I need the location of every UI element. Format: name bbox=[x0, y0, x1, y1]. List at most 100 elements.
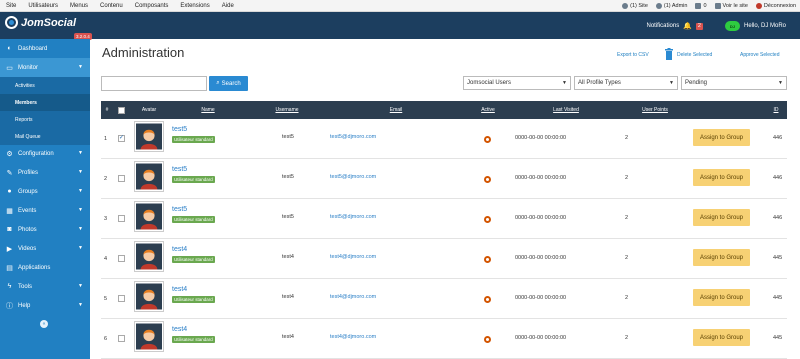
sidebar-subitem-activities[interactable]: Activities bbox=[0, 77, 90, 94]
profile-type-select[interactable]: All Profile Types ▼ bbox=[574, 76, 678, 90]
row-checkbox[interactable] bbox=[118, 295, 125, 302]
user-name-link[interactable]: test5 bbox=[172, 206, 187, 213]
default-avatar-icon bbox=[136, 163, 162, 190]
inactive-status-icon[interactable] bbox=[484, 296, 491, 303]
sidebar-item-profiles[interactable]: ✎ Profiles ▼ bbox=[0, 163, 90, 182]
row-checkbox[interactable] bbox=[118, 134, 125, 142]
email-link[interactable]: test5@djmoro.com bbox=[330, 214, 376, 220]
sidebar-item-photos[interactable]: ◙ Photos ▼ bbox=[0, 220, 90, 239]
header-name[interactable]: Name bbox=[193, 101, 223, 119]
trash-icon[interactable] bbox=[664, 48, 674, 60]
sidebar-item-tools[interactable]: ϟ Tools ▼ bbox=[0, 277, 90, 296]
chevron-down-icon: ▼ bbox=[78, 226, 83, 232]
jomsocial-logo[interactable]: JomSocial bbox=[5, 16, 76, 29]
menu-content[interactable]: Contenu bbox=[94, 0, 129, 12]
sidebar-item-monitor[interactable]: ▭ Monitor ▼ bbox=[0, 58, 90, 77]
logout-link[interactable]: Déconnexion bbox=[755, 3, 796, 9]
inactive-status-icon[interactable] bbox=[484, 176, 491, 183]
avatar[interactable] bbox=[134, 201, 164, 232]
menu-menus[interactable]: Menus bbox=[64, 0, 94, 12]
avatar[interactable] bbox=[134, 321, 164, 352]
row-checkbox[interactable] bbox=[118, 175, 125, 182]
user-name-link[interactable]: test5 bbox=[172, 126, 187, 133]
status-messages[interactable]: 0 bbox=[695, 3, 707, 9]
user-points-cell: 2 bbox=[625, 335, 629, 341]
user-greeting[interactable]: Hello, DJ MoRo bbox=[744, 23, 786, 29]
assign-to-group-button[interactable]: Assign to Group bbox=[693, 329, 750, 346]
menu-site[interactable]: Site bbox=[0, 0, 22, 12]
notifications-label[interactable]: Notifications bbox=[647, 23, 680, 29]
row-checkbox[interactable] bbox=[118, 215, 125, 222]
menu-help[interactable]: Aide bbox=[216, 0, 240, 12]
status-admin-users[interactable]: (1) Admin bbox=[655, 3, 687, 9]
search-button[interactable]: ⌕ Search bbox=[209, 76, 248, 91]
sidebar-item-events[interactable]: ▦ Events ▼ bbox=[0, 201, 90, 220]
search-input[interactable] bbox=[101, 76, 207, 91]
menu-users[interactable]: Utilisateurs bbox=[22, 0, 64, 12]
email-link[interactable]: test4@djmoro.com bbox=[330, 294, 376, 300]
collapse-sidebar-button[interactable]: « bbox=[40, 320, 48, 328]
row-checkbox[interactable] bbox=[118, 255, 125, 262]
user-name-link[interactable]: test4 bbox=[172, 246, 187, 253]
email-link[interactable]: test4@djmoro.com bbox=[330, 334, 376, 340]
avatar[interactable] bbox=[134, 121, 164, 152]
header-active[interactable]: Active bbox=[473, 101, 503, 119]
sidebar-item-applications[interactable]: ▤ Applications bbox=[0, 258, 90, 277]
inactive-status-icon[interactable] bbox=[484, 336, 491, 343]
user-source-select[interactable]: Jomsocial Users ▼ bbox=[463, 76, 571, 90]
chevron-down-icon: ▼ bbox=[78, 302, 83, 308]
chevron-down-icon: ▼ bbox=[78, 150, 83, 156]
user-name-link[interactable]: test4 bbox=[172, 286, 187, 293]
approve-selected-link[interactable]: Approve Selected bbox=[740, 52, 779, 58]
inactive-status-icon[interactable] bbox=[484, 216, 491, 223]
header-user-points[interactable]: User Points bbox=[633, 101, 677, 119]
sidebar-item-help[interactable]: ⓘ Help ▼ bbox=[0, 296, 90, 315]
bell-icon[interactable]: 🔔 bbox=[683, 22, 692, 30]
menu-extensions[interactable]: Extensions bbox=[174, 0, 215, 12]
sidebar-subitem-mail-queue[interactable]: Mail Queue bbox=[0, 128, 90, 145]
header-email[interactable]: Email bbox=[381, 101, 411, 119]
id-cell: 445 bbox=[773, 255, 783, 261]
inactive-status-icon[interactable] bbox=[484, 256, 491, 263]
sidebar-item-groups[interactable]: ● Groups ▼ bbox=[0, 182, 90, 201]
assign-to-group-button[interactable]: Assign to Group bbox=[693, 169, 750, 186]
email-link[interactable]: test5@djmoro.com bbox=[330, 134, 376, 140]
page-title: Administration bbox=[102, 45, 185, 60]
select-all-checkbox[interactable] bbox=[118, 107, 125, 114]
user-avatar[interactable]: DJ bbox=[724, 21, 740, 31]
header-username[interactable]: Username bbox=[270, 101, 304, 119]
assign-to-group-button[interactable]: Assign to Group bbox=[693, 249, 750, 266]
avatar[interactable] bbox=[134, 161, 164, 192]
chevron-down-icon: ▼ bbox=[78, 64, 83, 70]
gears-icon: ⚙ bbox=[6, 150, 13, 158]
row-checkbox[interactable] bbox=[118, 335, 125, 342]
menu-components[interactable]: Composants bbox=[129, 0, 175, 12]
avatar[interactable] bbox=[134, 281, 164, 312]
assign-to-group-button[interactable]: Assign to Group bbox=[693, 209, 750, 226]
username-cell: test4 bbox=[282, 294, 294, 300]
export-csv-link[interactable]: Export to CSV bbox=[617, 52, 649, 58]
sidebar-subitem-reports[interactable]: Reports bbox=[0, 111, 90, 128]
notifications-count[interactable]: 2 bbox=[695, 22, 703, 30]
camera-icon: ◙ bbox=[7, 226, 12, 233]
username-cell: test5 bbox=[282, 174, 294, 180]
sidebar-item-videos[interactable]: ▶ Videos ▼ bbox=[0, 239, 90, 258]
sidebar-item-configuration[interactable]: ⚙ Configuration ▼ bbox=[0, 144, 90, 163]
user-name-link[interactable]: test4 bbox=[172, 326, 187, 333]
inactive-status-icon[interactable] bbox=[484, 136, 491, 143]
assign-to-group-button[interactable]: Assign to Group bbox=[693, 129, 750, 146]
status-site-visitors[interactable]: (1) Site bbox=[622, 3, 648, 9]
view-site-link[interactable]: Voir le site bbox=[714, 3, 748, 9]
status-select[interactable]: Pending ▼ bbox=[681, 76, 787, 90]
email-link[interactable]: test4@djmoro.com bbox=[330, 254, 376, 260]
sidebar-item-dashboard[interactable]: ◐ Dashboard bbox=[0, 39, 90, 58]
sidebar-subitem-members[interactable]: Members bbox=[0, 94, 90, 111]
header-last-visited[interactable]: Last Visited bbox=[541, 101, 591, 119]
avatar[interactable] bbox=[134, 241, 164, 272]
assign-to-group-button[interactable]: Assign to Group bbox=[693, 289, 750, 306]
user-name-link[interactable]: test5 bbox=[172, 166, 187, 173]
delete-selected-link[interactable]: Delete Selected bbox=[677, 52, 712, 58]
last-visited-cell: 0000-00-00 00:00:00 bbox=[515, 295, 567, 301]
header-id[interactable]: ID bbox=[769, 101, 783, 119]
email-link[interactable]: test5@djmoro.com bbox=[330, 174, 376, 180]
